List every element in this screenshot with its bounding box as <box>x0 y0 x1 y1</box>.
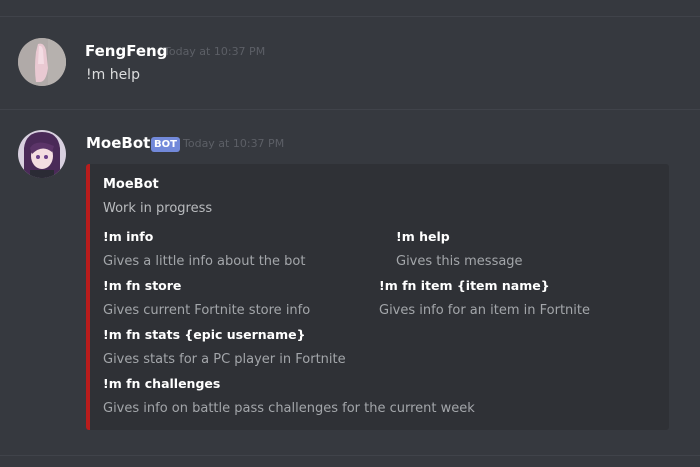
message-divider <box>0 16 700 17</box>
avatar-image <box>18 130 66 178</box>
embed-field-value: Gives current Fortnite store info <box>103 303 311 318</box>
message-text: !m help <box>86 67 140 83</box>
embed-field-value: Gives this message <box>396 254 523 269</box>
embed-description: Work in progress <box>103 201 213 216</box>
message-divider <box>0 455 700 456</box>
embed-field-value: Gives info for an item in Fortnite <box>379 303 590 318</box>
embed-field-name: !m fn stats {epic username} <box>103 327 306 342</box>
avatar-fengfeng[interactable] <box>18 38 66 86</box>
embed-field-value: Gives a little info about the bot <box>103 254 306 269</box>
embed-field-name: !m help <box>396 229 450 244</box>
avatar-image <box>18 38 66 86</box>
bot-tag: BOT <box>151 137 180 152</box>
embed-field-name: !m fn item {item name} <box>379 278 550 293</box>
embed: MoeBot Work in progress !m info Gives a … <box>86 164 669 430</box>
embed-field-value: Gives stats for a PC player in Fortnite <box>103 352 346 367</box>
username[interactable]: FengFeng <box>85 42 167 60</box>
embed-field-name: !m info <box>103 229 154 244</box>
embed-field-value: Gives info on battle pass challenges for… <box>103 401 475 416</box>
message-divider <box>0 109 700 110</box>
avatar-moebot[interactable] <box>18 130 66 178</box>
timestamp: Today at 10:37 PM <box>183 137 285 150</box>
username[interactable]: MoeBot <box>86 134 150 152</box>
timestamp: Today at 10:37 PM <box>164 45 266 58</box>
embed-field-name: !m fn challenges <box>103 376 221 391</box>
embed-field-name: !m fn store <box>103 278 182 293</box>
embed-author: MoeBot <box>103 177 159 192</box>
